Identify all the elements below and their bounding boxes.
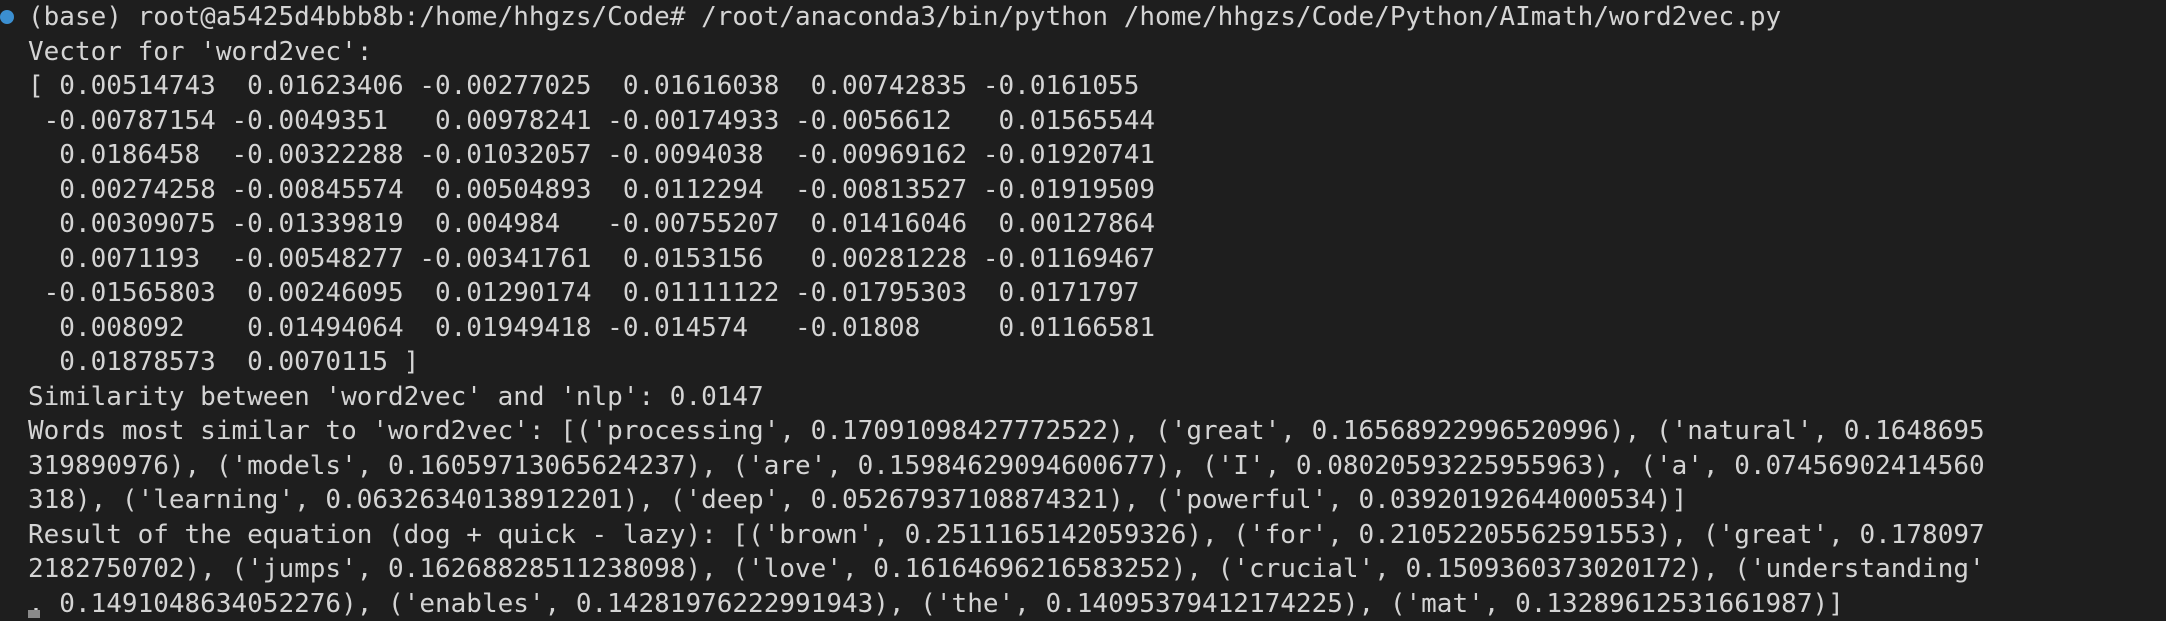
output-line: Result of the equation (dog + quick - la… — [28, 519, 1985, 550]
output-line: Vector for 'word2vec': — [28, 36, 373, 67]
command-status-dot — [0, 10, 14, 24]
output-line: -0.01565803 0.00246095 0.01290174 0.0111… — [28, 278, 1140, 308]
output-line: Similarity between 'word2vec' and 'nlp':… — [28, 381, 764, 412]
output-line: 319890976), ('models', 0.160597130656242… — [28, 450, 1985, 481]
terminal-cursor — [28, 610, 40, 618]
output-line: 0.00309075 -0.01339819 0.004984 -0.00755… — [28, 209, 1156, 239]
output-line: -0.00787154 -0.0049351 0.00978241 -0.001… — [28, 105, 1156, 136]
output-line: 0.0071193 -0.00548277 -0.00341761 0.0153… — [28, 243, 1156, 274]
output-line: 0.01878573 0.0070115 ] — [28, 347, 420, 377]
output-line: 0.008092 0.01494064 0.01949418 -0.014574… — [28, 312, 1156, 343]
output-line: Words most similar to 'word2vec': [('pro… — [28, 416, 1985, 446]
output-line: 0.00274258 -0.00845574 0.00504893 0.0112… — [28, 174, 1156, 205]
output-line: [ 0.00514743 0.01623406 -0.00277025 0.01… — [28, 71, 1140, 101]
output-line: 2182750702), ('jumps', 0.162688285112380… — [28, 554, 1985, 584]
output-line: 318), ('learning', 0.06326340138912201),… — [28, 485, 1688, 515]
output-line: , 0.1491048634052276), ('enables', 0.142… — [28, 588, 1844, 619]
command-prompt-line: (base) root@a5425d4bbb8b:/home/hhgzs/Cod… — [28, 2, 1782, 32]
terminal-output[interactable]: (base) root@a5425d4bbb8b:/home/hhgzs/Cod… — [0, 0, 2166, 619]
output-line: 0.0186458 -0.00322288 -0.01032057 -0.009… — [28, 140, 1156, 170]
